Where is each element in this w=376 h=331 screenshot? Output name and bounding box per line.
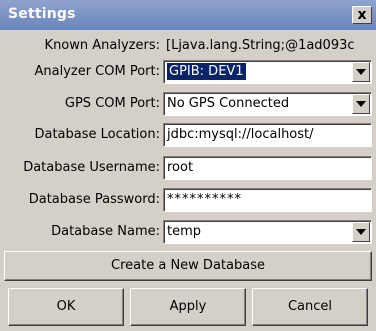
database-name-select[interactable]: temp	[163, 220, 372, 244]
create-new-database-button[interactable]: Create a New Database	[4, 251, 372, 281]
database-password-value: **********	[167, 192, 242, 207]
database-username-input[interactable]: root	[163, 156, 372, 180]
title-bar[interactable]: Settings x	[0, 0, 376, 30]
analyzer-com-port-label: Analyzer COM Port:	[34, 64, 160, 79]
database-location-input[interactable]: jdbc:mysql://localhost/	[163, 123, 372, 147]
database-name-row: Database Name: temp	[0, 220, 376, 244]
known-analyzers-label: Known Analyzers:	[44, 38, 160, 53]
settings-dialog: Settings x Known Analyzers: [Ljava.lang.…	[0, 0, 376, 331]
database-password-input[interactable]: **********	[163, 188, 372, 212]
database-location-value: jdbc:mysql://localhost/	[167, 127, 314, 142]
chevron-down-icon	[356, 229, 366, 235]
window-title: Settings	[8, 6, 76, 22]
database-name-label: Database Name:	[51, 224, 160, 239]
cancel-button[interactable]: Cancel	[252, 288, 368, 326]
gps-com-port-value: No GPS Connected	[167, 96, 290, 111]
apply-button[interactable]: Apply	[130, 288, 246, 326]
ok-button[interactable]: OK	[8, 288, 124, 326]
gps-com-port-select[interactable]: No GPS Connected	[163, 92, 372, 116]
database-name-dropdown-button[interactable]	[352, 222, 370, 242]
database-name-value: temp	[167, 224, 202, 239]
gps-com-port-dropdown-button[interactable]	[352, 94, 370, 114]
database-password-row: Database Password: **********	[0, 188, 376, 212]
chevron-down-icon	[356, 69, 366, 75]
known-analyzers-value: [Ljava.lang.String;@1ad093c	[166, 38, 355, 53]
database-username-label: Database Username:	[23, 160, 160, 175]
known-analyzers-row: Known Analyzers: [Ljava.lang.String;@1ad…	[0, 34, 376, 58]
database-username-row: Database Username: root	[0, 156, 376, 180]
database-username-value: root	[167, 160, 194, 175]
analyzer-com-port-dropdown-button[interactable]	[352, 62, 370, 82]
gps-com-port-row: GPS COM Port: No GPS Connected	[0, 92, 376, 116]
database-location-row: Database Location: jdbc:mysql://localhos…	[0, 123, 376, 147]
dialog-button-bar: OK Apply Cancel	[4, 288, 372, 328]
close-button[interactable]: x	[352, 6, 372, 24]
database-location-label: Database Location:	[34, 127, 160, 142]
database-password-label: Database Password:	[28, 192, 160, 207]
analyzer-com-port-row: Analyzer COM Port: GPIB: DEV1	[0, 60, 376, 84]
analyzer-com-port-value: GPIB: DEV1	[167, 63, 246, 80]
chevron-down-icon	[356, 101, 366, 107]
close-icon: x	[357, 7, 367, 23]
gps-com-port-label: GPS COM Port:	[64, 96, 160, 111]
analyzer-com-port-select[interactable]: GPIB: DEV1	[163, 60, 372, 84]
